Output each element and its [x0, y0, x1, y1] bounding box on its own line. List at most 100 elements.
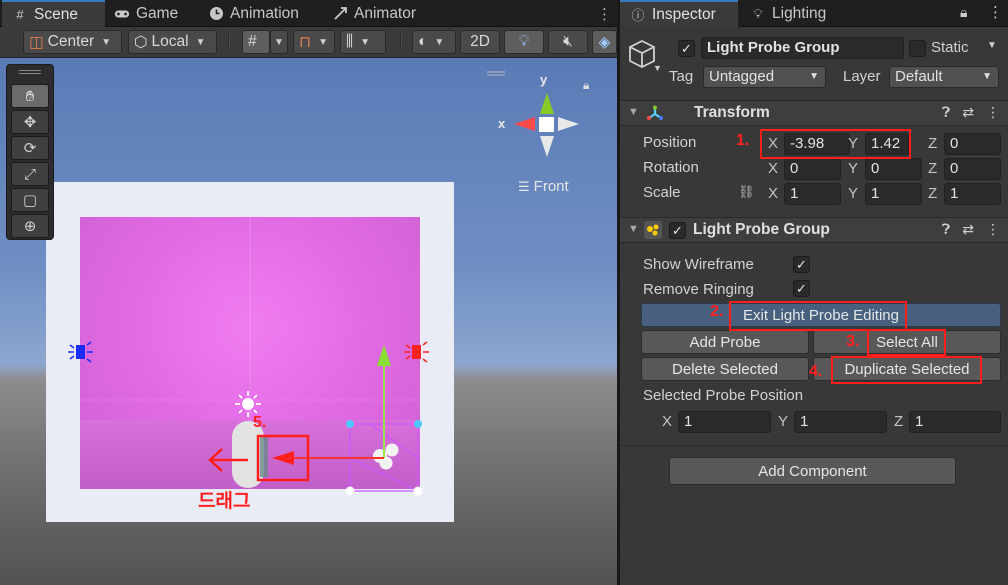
scale-label: Scale — [643, 184, 681, 201]
help-icon[interactable]: ❓︎ — [942, 104, 950, 121]
add-component-button[interactable]: Add Component — [669, 457, 956, 485]
orientation-gizmo — [514, 93, 579, 157]
context-menu-icon[interactable]: ⋮ — [986, 104, 1000, 121]
layer-dropdown[interactable]: Default ▼ — [889, 66, 999, 88]
scale-x-field[interactable]: 1 — [784, 183, 841, 205]
presets-icon[interactable]: ⇄ — [962, 104, 974, 121]
scale-y-label: Y — [848, 185, 859, 202]
duplicate-selected-button[interactable]: Duplicate Selected — [813, 357, 1001, 381]
add-probe-button[interactable]: Add Probe — [641, 330, 809, 354]
delete-selected-label: Delete Selected — [672, 360, 778, 378]
position-y-label: Y — [848, 135, 859, 152]
inspector-tab-bar: ⓘ Inspector 💡︎ Lighting 🔒︎ ⋮ — [620, 0, 1008, 27]
probe-y-label: Y — [778, 413, 789, 430]
gameobject-active-checkbox[interactable]: ✓ — [678, 40, 695, 57]
light-probe-group-header[interactable]: ▼ ✓ Light Probe Group ❓︎ ⇄ ⋮ — [620, 217, 1008, 243]
view-orientation-toggle[interactable]: ☰ Front — [518, 178, 569, 195]
tab-inspector[interactable]: ⓘ Inspector — [620, 0, 738, 27]
probe-position-x-field[interactable]: 1 — [678, 411, 771, 433]
duplicate-selected-label: Duplicate Selected — [844, 360, 970, 378]
light-probe — [385, 443, 399, 457]
position-label: Position — [643, 134, 697, 151]
probe-handle — [345, 486, 355, 496]
tag-label: Tag — [669, 68, 694, 85]
transform-icon — [646, 105, 664, 125]
tag-dropdown[interactable]: Untagged ▼ — [703, 66, 826, 88]
tool-palette: ✋︎ ✥ ⟳ ⤢ ▢ ⊕ — [6, 64, 54, 240]
context-menu-icon[interactable]: ⋮ — [986, 221, 1000, 238]
exit-light-probe-editing-label: Exit Light Probe Editing — [743, 306, 899, 324]
move-gizmo — [272, 345, 391, 465]
scale-z-label: Z — [928, 185, 938, 202]
annotation-step-1: 1. — [736, 132, 750, 149]
menu-lines-icon: ☰ — [518, 178, 530, 194]
fold-arrow-icon: ▼ — [628, 223, 639, 235]
transform-header[interactable]: ▼ Transform ❓︎ ⇄ ⋮ — [620, 100, 1008, 126]
red-light-gizmo-right — [404, 341, 429, 363]
probe-handle — [414, 420, 422, 428]
transform-title: Transform — [694, 104, 770, 121]
probe-handle — [413, 486, 423, 496]
light-probe-group-title: Light Probe Group — [693, 221, 830, 238]
add-probe-label: Add Probe — [689, 333, 761, 351]
delete-selected-button[interactable]: Delete Selected — [641, 357, 809, 381]
chevron-down-icon: ▼ — [982, 71, 992, 82]
select-all-button[interactable]: Select All — [813, 330, 1001, 354]
lock-icon[interactable]: 🔒︎ — [960, 4, 967, 21]
position-x-label: X — [768, 135, 779, 152]
position-x-field[interactable]: -3.98 — [784, 133, 850, 155]
bulb-icon: 💡︎ — [753, 5, 763, 21]
rotate-tool-button[interactable]: ⟳ — [11, 136, 49, 160]
move-tool-button[interactable]: ✥ — [11, 110, 49, 134]
position-z-field[interactable]: 0 — [944, 133, 1001, 155]
scale-z-field[interactable]: 1 — [944, 183, 1001, 205]
static-checkbox[interactable] — [909, 40, 926, 57]
annotation-step-4: 4. — [809, 363, 823, 380]
rotation-y-field[interactable]: 0 — [865, 158, 922, 180]
hand-tool-button[interactable]: ✋︎ — [11, 84, 49, 108]
view-orientation-label: Front — [533, 178, 569, 195]
probe-position-z-field[interactable]: 1 — [909, 411, 1001, 433]
scale-x-label: X — [768, 185, 779, 202]
help-icon[interactable]: ❓︎ — [942, 221, 950, 238]
rect-icon: ▢ — [22, 192, 38, 209]
rotation-x-field[interactable]: 0 — [784, 158, 841, 180]
light-probe-group-enabled-checkbox[interactable]: ✓ — [669, 222, 686, 239]
section-divider — [620, 445, 1008, 446]
add-component-label: Add Component — [758, 462, 867, 480]
scale-y-field[interactable]: 1 — [865, 183, 922, 205]
transform-tool-button[interactable]: ⊕ — [11, 214, 49, 238]
exit-light-probe-editing-button[interactable]: Exit Light Probe Editing — [641, 303, 1001, 327]
show-wireframe-checkbox[interactable]: ✓ — [793, 256, 810, 273]
chevron-down-icon: ▼ — [809, 71, 819, 82]
rotation-z-label: Z — [928, 160, 938, 177]
gizmo-axis-y-label: y — [540, 72, 548, 87]
layer-label: Layer — [843, 68, 881, 85]
chevron-down-icon[interactable]: ▼ — [987, 40, 997, 51]
annotation-step-5: 5. — [253, 414, 267, 431]
rect-tool-button[interactable]: ▢ — [11, 188, 49, 212]
light-probe-group-icon — [644, 221, 662, 239]
blue-light-gizmo-left — [68, 341, 93, 363]
rotation-y-label: Y — [848, 160, 859, 177]
tab-inspector-label: Inspector — [652, 5, 716, 23]
rotation-label: Rotation — [643, 159, 699, 176]
rotation-z-field[interactable]: 0 — [944, 158, 1001, 180]
probe-position-y-field[interactable]: 1 — [794, 411, 887, 433]
presets-icon[interactable]: ⇄ — [962, 221, 974, 238]
position-y-field[interactable]: 1.42 — [865, 133, 909, 155]
more-options-icon[interactable]: ⋮ — [988, 3, 1003, 21]
gizmo-axis-x-label: x — [498, 116, 506, 131]
constrain-proportions-icon[interactable]: ⛓︎ — [738, 184, 755, 200]
position-z-label: Z — [928, 135, 938, 152]
scene-gizmos — [68, 71, 579, 496]
tab-lighting[interactable]: 💡︎ Lighting — [740, 0, 836, 27]
palette-grip[interactable] — [19, 70, 41, 74]
gameobject-name-field[interactable]: Light Probe Group — [701, 37, 904, 59]
remove-ringing-checkbox[interactable]: ✓ — [793, 280, 810, 297]
view-lock-icon[interactable]: 🔒︎ — [583, 78, 589, 93]
gameobject-icon[interactable]: ▼ — [625, 37, 663, 73]
tag-value: Untagged — [709, 68, 775, 85]
scale-tool-button[interactable]: ⤢ — [11, 162, 49, 186]
static-label: Static — [931, 39, 969, 56]
